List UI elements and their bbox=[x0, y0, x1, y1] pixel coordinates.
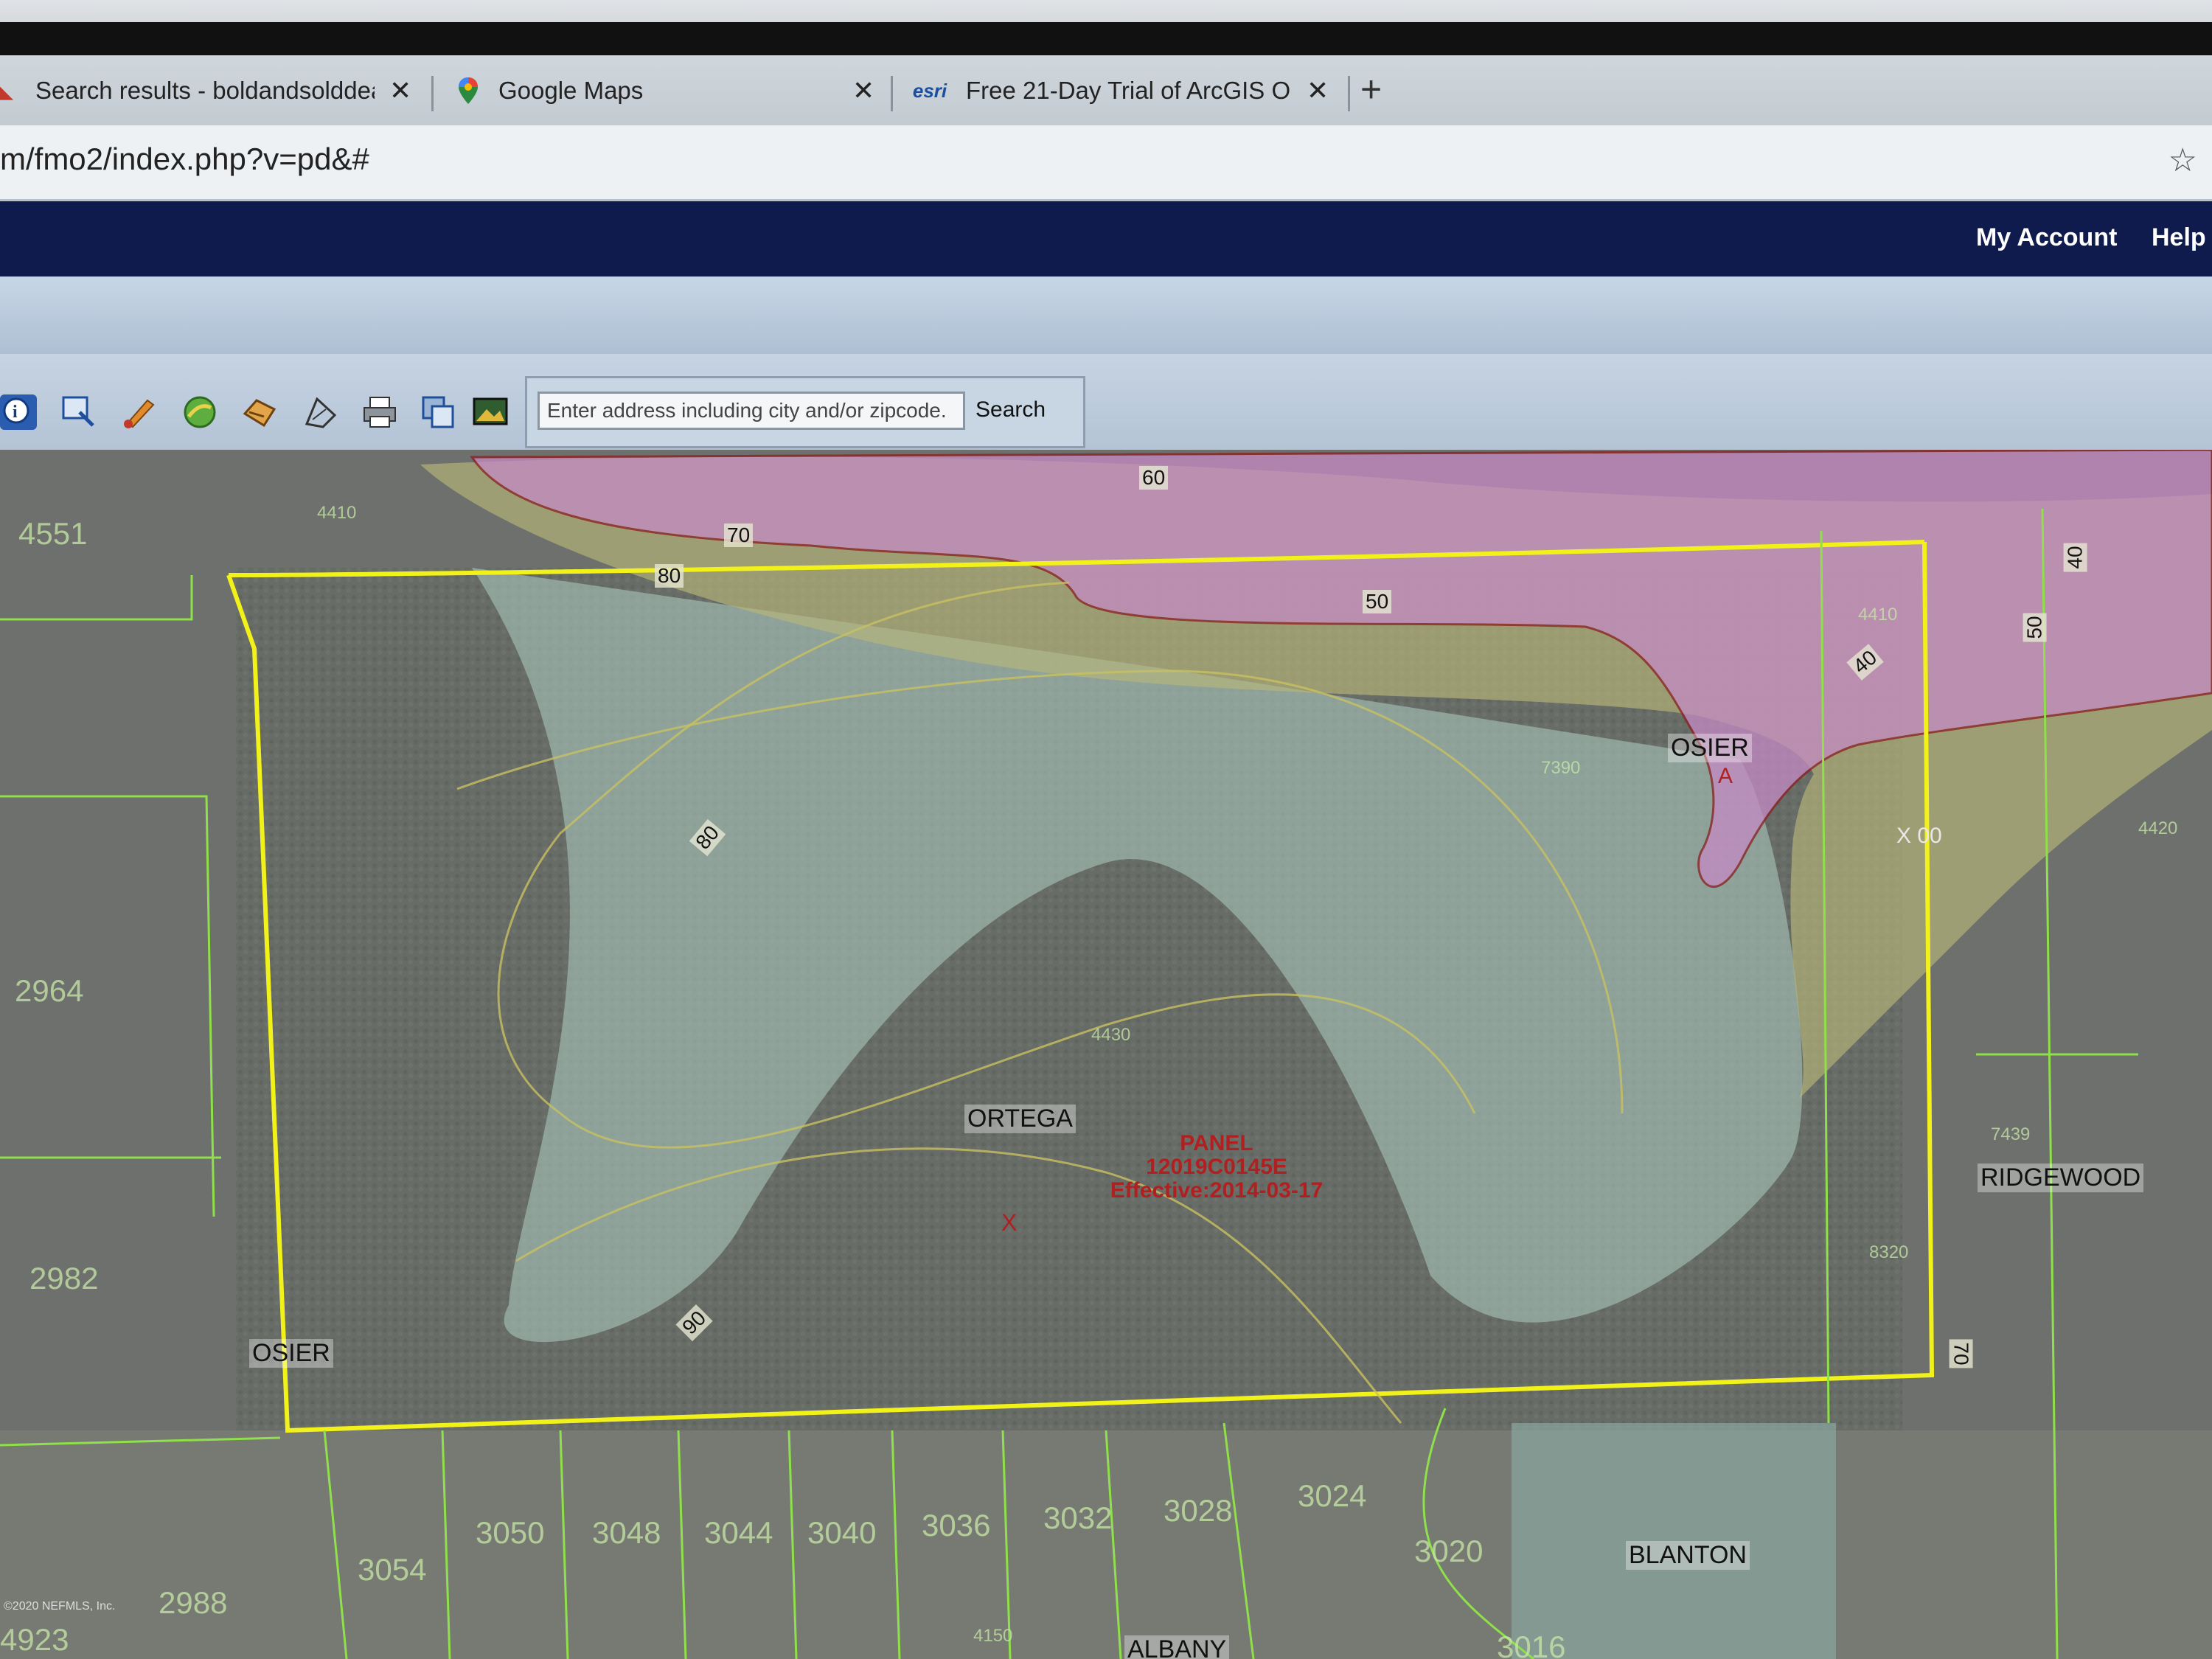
lot-number: 3048 bbox=[592, 1515, 661, 1550]
lot-number: 2964 bbox=[15, 973, 84, 1008]
lot-number: 3016 bbox=[1497, 1630, 1566, 1659]
lot-number: 3040 bbox=[807, 1515, 877, 1550]
lot-number: 3044 bbox=[704, 1515, 773, 1550]
image-export-icon[interactable] bbox=[472, 394, 509, 430]
url-text[interactable]: m/fmo2/index.php?v=pd&# bbox=[0, 142, 369, 177]
lot-number: 3050 bbox=[476, 1515, 545, 1550]
address-bar[interactable]: m/fmo2/index.php?v=pd&# ☆ bbox=[0, 125, 2212, 201]
tab-title: Free 21-Day Trial of ArcGIS Onlin bbox=[966, 77, 1290, 104]
site-subheader bbox=[0, 276, 2212, 356]
close-icon[interactable]: ✕ bbox=[852, 75, 874, 106]
lot-number: 4410 bbox=[317, 503, 357, 523]
lot-number: 4551 bbox=[18, 516, 88, 551]
copyright-text: ©2020 NEFMLS, Inc. bbox=[4, 1600, 116, 1613]
flood-map[interactable]: 4551 2964 2982 2988 4923 3054 3050 3048 … bbox=[0, 450, 2212, 1659]
lot-number: 2982 bbox=[29, 1261, 99, 1295]
tab-separator bbox=[431, 76, 434, 111]
street-label: ORTEGA bbox=[964, 1105, 1076, 1133]
tab-arcgis[interactable]: esri Free 21-Day Trial of ArcGIS Onlin ✕ bbox=[911, 60, 1339, 122]
street-label: OSIER bbox=[249, 1339, 333, 1368]
lot-number: 4923 bbox=[0, 1622, 69, 1657]
lot-number: 7390 bbox=[1541, 758, 1581, 778]
street-label: ALBANY bbox=[1124, 1635, 1230, 1659]
print-icon[interactable] bbox=[361, 394, 398, 430]
bookmark-star-icon[interactable]: ☆ bbox=[2168, 142, 2197, 179]
mls-icon: ◣ bbox=[0, 79, 13, 102]
street-label: RIDGEWOOD bbox=[1978, 1164, 2144, 1192]
tab-separator bbox=[891, 76, 893, 111]
zone-label: X bbox=[1001, 1209, 1018, 1236]
hand-point-icon[interactable] bbox=[242, 394, 279, 430]
lot-number: 2988 bbox=[159, 1585, 228, 1620]
lot-number: 4420 bbox=[2138, 818, 2178, 838]
lot-number: 8320 bbox=[1869, 1242, 1909, 1262]
tab-google-maps[interactable]: Google Maps ✕ bbox=[456, 60, 876, 122]
zoom-select-icon[interactable] bbox=[60, 394, 97, 430]
measure-icon[interactable] bbox=[302, 394, 339, 430]
lot-number: 3024 bbox=[1298, 1478, 1367, 1513]
zone-label: X 00 bbox=[1896, 824, 1942, 848]
google-maps-pin-icon bbox=[456, 77, 481, 104]
browser-tab-bar: ◣ Search results - boldandsolddea ✕ Goog… bbox=[0, 55, 2212, 125]
contour-label: 40 bbox=[2063, 543, 2087, 572]
my-account-link[interactable]: My Account bbox=[1976, 223, 2117, 252]
svg-text:i: i bbox=[13, 403, 18, 422]
tab-separator bbox=[1348, 76, 1350, 111]
lot-number: 3036 bbox=[922, 1508, 991, 1543]
identify-icon[interactable]: i bbox=[0, 394, 37, 430]
close-icon[interactable]: ✕ bbox=[1307, 75, 1329, 106]
contour-label: 50 bbox=[1363, 590, 1392, 613]
contour-label: 50 bbox=[2023, 613, 2047, 642]
lot-number: 3054 bbox=[358, 1552, 427, 1587]
lot-number: 7439 bbox=[1991, 1124, 2031, 1144]
search-button[interactable]: Search bbox=[975, 397, 1046, 422]
zone-label: A bbox=[1718, 764, 1733, 788]
tab-search-results[interactable]: ◣ Search results - boldandsolddea ✕ bbox=[0, 60, 420, 122]
lot-number: 3020 bbox=[1414, 1534, 1484, 1568]
lot-number: 4430 bbox=[1091, 1025, 1131, 1045]
site-navbar: My Account Help bbox=[0, 201, 2212, 276]
address-search-input[interactable]: Enter address including city and/or zipc… bbox=[538, 392, 965, 430]
new-tab-button[interactable]: + bbox=[1360, 68, 1382, 111]
residential-area bbox=[0, 1430, 2212, 1659]
lot-number: 4150 bbox=[973, 1626, 1013, 1646]
esri-icon: esri bbox=[912, 79, 947, 102]
lot-number: 3032 bbox=[1043, 1500, 1113, 1535]
street-label: BLANTON bbox=[1626, 1541, 1750, 1570]
contour-label: 70 bbox=[1949, 1339, 1973, 1368]
panel-number: 12019C0145E bbox=[1146, 1155, 1287, 1179]
street-label: OSIER bbox=[1668, 734, 1752, 762]
contour-label: 70 bbox=[724, 524, 754, 547]
map-canvas bbox=[0, 450, 2212, 1659]
lot-number: 4410 bbox=[1858, 605, 1898, 625]
contour-label: 80 bbox=[655, 564, 684, 588]
panel-effective-date: Effective:2014-03-17 bbox=[1110, 1178, 1324, 1203]
close-icon[interactable]: ✕ bbox=[389, 75, 411, 106]
address-search-group: Enter address including city and/or zipc… bbox=[525, 376, 1085, 448]
tab-title: Google Maps bbox=[498, 77, 644, 104]
firm-panel-label: PANEL 12019C0145E Effective:2014-03-17 bbox=[1099, 1132, 1335, 1203]
help-link[interactable]: Help bbox=[2152, 223, 2206, 252]
tab-title: Search results - boldandsolddea bbox=[35, 77, 375, 104]
layers-icon[interactable] bbox=[420, 394, 457, 430]
globe-icon[interactable] bbox=[181, 394, 218, 430]
draw-icon[interactable] bbox=[121, 394, 158, 430]
contour-label: 60 bbox=[1139, 466, 1169, 490]
panel-title: PANEL bbox=[1180, 1131, 1253, 1155]
lot-number: 3028 bbox=[1164, 1493, 1233, 1528]
